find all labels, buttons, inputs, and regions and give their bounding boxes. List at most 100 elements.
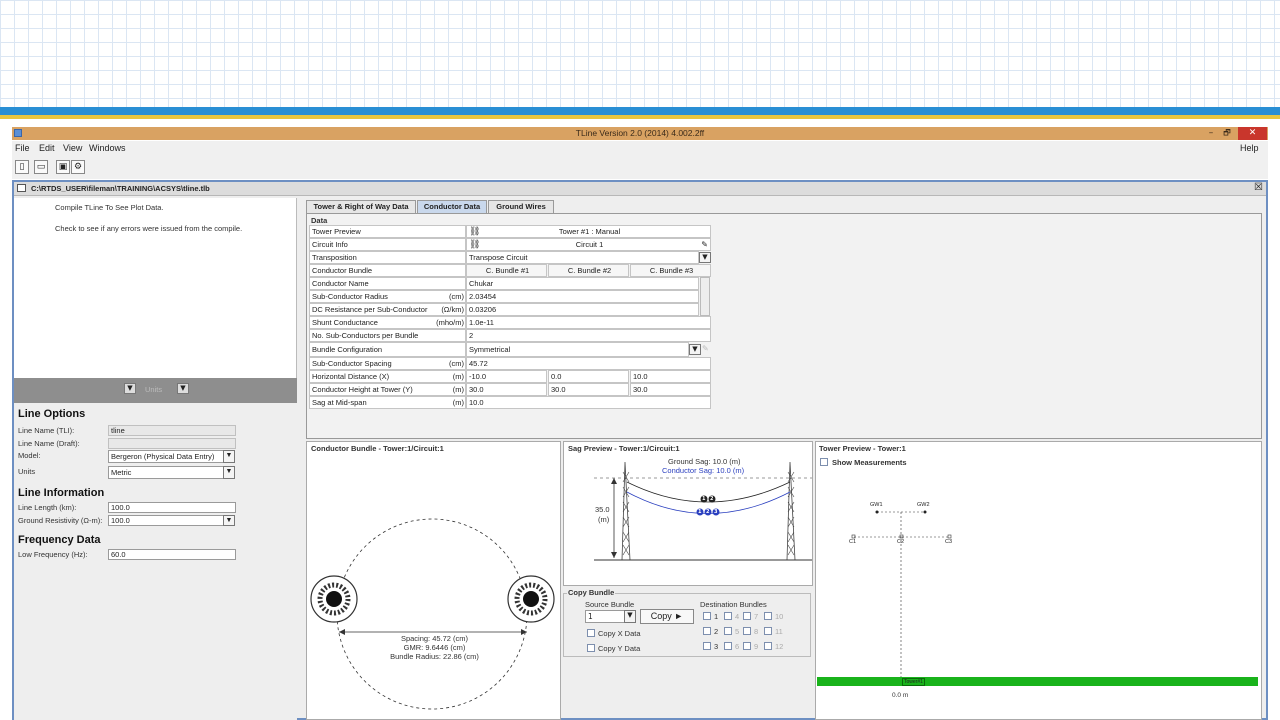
document-close-button[interactable]: ☒ — [1254, 182, 1263, 193]
close-button[interactable]: ✕ — [1238, 127, 1267, 140]
menu-help[interactable]: Help — [1240, 143, 1259, 153]
dc-resistance-input[interactable]: 0.03206 — [466, 303, 699, 316]
dest-bundle-3-checkbox[interactable] — [703, 642, 711, 650]
row-label-conductor-height: Conductor Height at Tower (Y) (m) — [309, 383, 466, 396]
transposition-dropdown-arrow[interactable]: ▼ — [699, 252, 711, 263]
sub-conductors-per-bundle-input[interactable]: 2 — [466, 329, 711, 342]
line-information-heading: Line Information — [18, 487, 105, 499]
line-length-label: Line Length (km): — [18, 503, 77, 512]
tab-conductor-data[interactable]: Conductor Data — [417, 200, 487, 213]
table-row: DC Resistance per Sub-Conductor (Ω/km) 0.… — [309, 303, 711, 316]
dest-bundle-5-checkbox[interactable] — [724, 627, 732, 635]
compile-messages-panel: Compile TLine To See Plot Data. Check to… — [14, 198, 297, 378]
units-right-dropdown[interactable]: ▼ — [177, 383, 189, 394]
new-file-icon[interactable]: ▯ — [15, 160, 29, 174]
gw1-label: GW1 — [870, 502, 883, 508]
frequency-data-heading: Frequency Data — [18, 534, 101, 546]
bundle-configuration-dropdown-arrow[interactable]: ▼ — [689, 344, 701, 355]
menu-edit[interactable]: Edit — [39, 143, 55, 153]
link-icon[interactable]: ⛓ — [469, 239, 480, 250]
height-unit: (m) — [598, 515, 610, 524]
height-value: 35.0 — [595, 505, 610, 514]
dest-bundle-6-checkbox[interactable] — [724, 642, 732, 650]
model-dropdown-arrow[interactable]: ▼ — [223, 450, 235, 463]
line-name-draft-field[interactable] — [108, 438, 236, 449]
copy-y-checkbox[interactable] — [587, 644, 595, 652]
edit-pencil-icon: ✎ — [702, 344, 709, 353]
horizontal-distance-3[interactable]: 10.0 — [630, 370, 711, 383]
title-bar: TLine Version 2.0 (2014) 4.002.2ff – 🗗 ✕ — [12, 127, 1268, 140]
sub-conductor-radius-input[interactable]: 2.03454 — [466, 290, 699, 303]
menu-bar: File Edit View Windows Help — [12, 141, 1268, 155]
sag-at-mid-span-input[interactable]: 10.0 — [466, 396, 711, 409]
conductor-height-1[interactable]: 30.0 — [466, 383, 547, 396]
dest-bundle-11-checkbox[interactable] — [764, 627, 772, 635]
save-icon[interactable]: ▣ — [56, 160, 70, 174]
background-grid — [0, 0, 1280, 107]
dest-bundle-8-checkbox[interactable] — [743, 627, 751, 635]
line-length-input[interactable]: 100.0 — [108, 502, 236, 513]
table-row: No. Sub-Conductors per Bundle 2 — [309, 329, 711, 342]
copy-button[interactable]: Copy ► — [640, 609, 694, 624]
compile-icon[interactable]: ⚙ — [71, 160, 85, 174]
dest-bundle-label: 7 — [754, 612, 759, 621]
copy-x-checkbox[interactable] — [587, 629, 595, 637]
units-select[interactable]: Metric — [108, 466, 224, 479]
ground-resistivity-input[interactable]: 100.0 — [108, 515, 224, 526]
shunt-conductance-input[interactable]: 1.0e-11 — [466, 316, 711, 329]
dest-bundle-7-checkbox[interactable] — [743, 612, 751, 620]
maximize-button[interactable]: 🗗 — [1220, 127, 1234, 140]
link-icon[interactable]: ⛓ — [469, 226, 480, 237]
conductor-height-2[interactable]: 30.0 — [548, 383, 629, 396]
conductor-name-input[interactable]: Chukar — [466, 277, 699, 290]
tower-diagram — [817, 510, 1258, 686]
line-name-tli-field[interactable]: tline — [108, 425, 236, 436]
bundle-configuration-select[interactable]: Symmetrical — [466, 342, 689, 357]
sub-conductor-right — [507, 575, 555, 623]
units-dropdown-arrow[interactable]: ▼ — [223, 466, 235, 479]
menu-windows[interactable]: Windows — [89, 143, 126, 153]
low-frequency-input[interactable]: 60.0 — [108, 549, 236, 560]
conductor-height-3[interactable]: 30.0 — [630, 383, 711, 396]
dest-bundle-9-checkbox[interactable] — [743, 642, 751, 650]
dest-bundle-12-checkbox[interactable] — [764, 642, 772, 650]
low-frequency-label: Low Frequency (Hz): — [18, 550, 88, 559]
dest-bundle-label: 9 — [754, 642, 759, 651]
conductor-scrollbar[interactable] — [700, 277, 710, 316]
table-row: Circuit Info ⛓ Circuit 1 ✎ — [309, 238, 711, 251]
model-label: Model: — [18, 451, 41, 460]
dest-bundle-1-checkbox[interactable] — [703, 612, 711, 620]
tab-ground-wires[interactable]: Ground Wires — [488, 200, 554, 213]
dest-bundle-label: 5 — [735, 627, 740, 636]
conductor-sag-label: Conductor Sag: 10.0 (m) — [662, 466, 745, 475]
dest-bundle-label: 1 — [714, 612, 719, 621]
tab-tower-right-of-way[interactable]: Tower & Right of Way Data — [306, 200, 416, 213]
dest-bundle-2-checkbox[interactable] — [703, 627, 711, 635]
source-bundle-label: Source Bundle — [585, 600, 635, 609]
tower-preview-value[interactable]: ⛓ Tower #1 : Manual — [466, 225, 711, 238]
horizontal-distance-2[interactable]: 0.0 — [548, 370, 629, 383]
edit-pencil-icon[interactable]: ✎ — [701, 239, 708, 250]
transposition-select[interactable]: Transpose Circuit — [466, 251, 699, 264]
units-left-dropdown[interactable]: ▼ — [124, 383, 136, 394]
horizontal-distance-1[interactable]: -10.0 — [466, 370, 547, 383]
sub-conductor-spacing-input[interactable]: 45.72 — [466, 357, 711, 370]
dest-bundle-label: 8 — [754, 627, 759, 636]
open-folder-icon[interactable]: ▭ — [34, 160, 48, 174]
bundle-header-2[interactable]: C. Bundle #2 — [548, 264, 629, 277]
ground-resistivity-dropdown[interactable]: ▼ — [223, 515, 235, 526]
window-title: TLine Version 2.0 (2014) 4.002.2ff — [575, 128, 705, 138]
units-label: Units — [18, 467, 36, 476]
document-icon — [17, 184, 26, 192]
menu-file[interactable]: File — [15, 143, 30, 153]
source-bundle-dropdown-arrow[interactable]: ▼ — [624, 610, 636, 623]
dest-bundle-10-checkbox[interactable] — [764, 612, 772, 620]
minimize-button[interactable]: – — [1204, 127, 1218, 140]
bundle-header-1[interactable]: C. Bundle #1 — [466, 264, 547, 277]
circuit-info-value[interactable]: ⛓ Circuit 1 ✎ — [466, 238, 711, 251]
model-select[interactable]: Bergeron (Physical Data Entry) — [108, 450, 224, 463]
menu-view[interactable]: View — [63, 143, 82, 153]
copy-x-label: Copy X Data — [598, 629, 641, 638]
dest-bundle-4-checkbox[interactable] — [724, 612, 732, 620]
bundle-header-3[interactable]: C. Bundle #3 — [630, 264, 711, 277]
